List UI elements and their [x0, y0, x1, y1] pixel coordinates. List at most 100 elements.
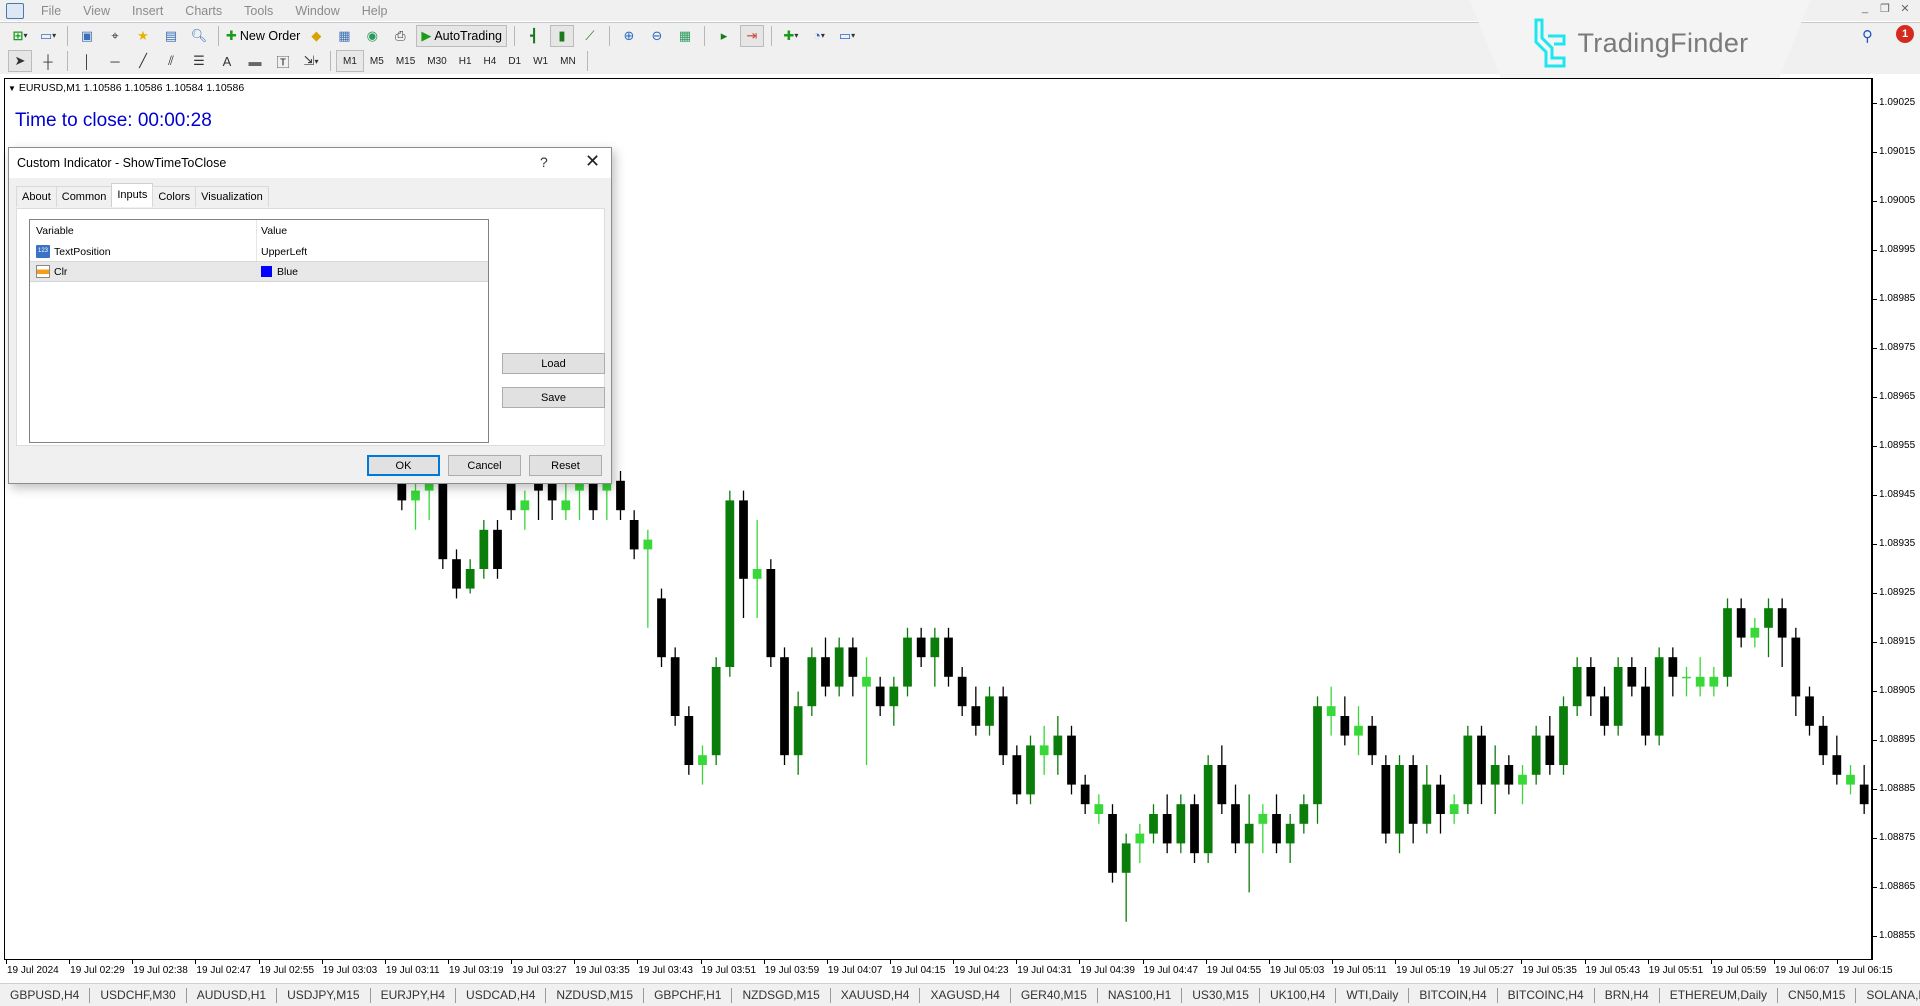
chart-menu-arrow-icon[interactable]: ▼: [8, 84, 16, 93]
menu-charts[interactable]: Charts: [174, 4, 233, 18]
chart-tab[interactable]: XAGUSD,H4: [920, 987, 1011, 1003]
label-tool[interactable]: ▬: [243, 50, 267, 72]
chart-tab[interactable]: ETHEREUM,Daily: [1660, 987, 1779, 1003]
dialog-titlebar[interactable]: Custom Indicator - ShowTimeToClose: [9, 148, 611, 178]
restore-button[interactable]: ❐: [1878, 2, 1892, 15]
help-button[interactable]: ?: [540, 154, 548, 170]
menu-insert[interactable]: Insert: [121, 4, 174, 18]
minimize-button[interactable]: _: [1858, 2, 1872, 15]
line-chart-button[interactable]: ⟋: [578, 25, 602, 47]
chart-tab[interactable]: XAUUSD,H4: [831, 987, 921, 1003]
zoom-in-button[interactable]: ⊕: [617, 25, 641, 47]
terminal-button[interactable]: ▤: [159, 25, 183, 47]
new-order-button[interactable]: ✚ New Order: [226, 25, 300, 47]
crosshair-tool[interactable]: ┼: [36, 50, 60, 72]
chart-tab[interactable]: USDCHF,M30: [90, 987, 187, 1003]
tab-inputs[interactable]: Inputs: [111, 183, 154, 207]
column-variable[interactable]: Variable: [30, 220, 257, 242]
navigator-button[interactable]: ★: [131, 25, 155, 47]
tab-about[interactable]: About: [16, 186, 57, 207]
tab-colors[interactable]: Colors: [152, 186, 197, 207]
reset-button[interactable]: Reset: [529, 455, 602, 476]
color-swatch[interactable]: [261, 266, 272, 277]
zoom-out-button[interactable]: ⊖: [645, 25, 669, 47]
timeframe-h4[interactable]: H4: [478, 50, 503, 72]
notification-badge[interactable]: 1: [1896, 25, 1914, 43]
timeframe-mn[interactable]: MN: [554, 50, 582, 72]
vps-button[interactable]: ◉: [360, 25, 384, 47]
chart-tab[interactable]: EURJPY,H4: [371, 987, 457, 1003]
timeframe-m30[interactable]: M30: [421, 50, 452, 72]
chart-tab[interactable]: UK100,H4: [1260, 987, 1337, 1003]
chart-tab[interactable]: US30,M15: [1182, 987, 1260, 1003]
search-icon[interactable]: ⚲: [1862, 27, 1873, 45]
chart-tab[interactable]: BITCOIN,H4: [1409, 987, 1498, 1003]
chart-shift-button[interactable]: ⇥: [739, 24, 764, 47]
chart-tab[interactable]: BITCOINC,H4: [1498, 987, 1595, 1003]
chart-tab[interactable]: CN50,M15: [1778, 987, 1857, 1003]
market-watch-button[interactable]: ▣: [75, 25, 99, 47]
price-axis[interactable]: 1.09025 1.09015 1.09005 1.08995 1.08985 1.089…: [1873, 78, 1920, 960]
chart-tab[interactable]: USDJPY,M15: [277, 987, 371, 1003]
cancel-button[interactable]: Cancel: [448, 455, 521, 476]
auto-scroll-button[interactable]: ▸: [712, 25, 736, 47]
variable-value[interactable]: UpperLeft: [261, 246, 307, 258]
data-window-button[interactable]: ⌖: [103, 25, 127, 47]
save-button[interactable]: Save: [502, 387, 605, 408]
menu-help[interactable]: Help: [351, 4, 399, 18]
autotrading-button[interactable]: ▶ AutoTrading: [416, 24, 507, 47]
strategy-tester-button[interactable]: 🔍︎: [187, 25, 211, 47]
timeframe-m1[interactable]: M1: [336, 50, 364, 72]
arrows-tool[interactable]: ⇲ ▾: [299, 50, 323, 72]
tab-common[interactable]: Common: [55, 186, 113, 207]
column-value[interactable]: Value: [257, 220, 287, 242]
chart-tab[interactable]: AUDUSD,H1: [187, 987, 278, 1003]
indicators-button[interactable]: ✚ ▾: [779, 25, 803, 47]
timeframe-d1[interactable]: D1: [502, 50, 527, 72]
metaeditor-button[interactable]: ◆: [304, 25, 328, 47]
close-window-button[interactable]: ✕: [1898, 2, 1912, 15]
variable-value[interactable]: Blue: [277, 266, 298, 278]
templates-button[interactable]: ▭ ▾: [835, 25, 859, 47]
time-axis[interactable]: 19 Jul 2024 19 Jul 02:29 19 Jul 02:38 19 Ju…: [4, 960, 1920, 982]
timeframe-w1[interactable]: W1: [527, 50, 554, 72]
chart-tab[interactable]: BRN,H4: [1595, 987, 1660, 1003]
equidistant-channel-tool[interactable]: ⫽: [159, 50, 183, 72]
load-button[interactable]: Load: [502, 353, 605, 374]
bar-chart-button[interactable]: ┫: [522, 25, 546, 47]
vertical-line-tool[interactable]: │: [75, 50, 99, 72]
new-chart-button[interactable]: ⊞ ▾: [8, 25, 32, 47]
candlestick-chart-button[interactable]: ▮: [549, 24, 574, 47]
chart-tab[interactable]: GER40,M15: [1011, 987, 1098, 1003]
timeframe-m5[interactable]: M5: [364, 50, 390, 72]
trendline-tool[interactable]: ╱: [131, 50, 155, 72]
timeframe-h1[interactable]: H1: [453, 50, 478, 72]
menu-window[interactable]: Window: [284, 4, 350, 18]
menu-file[interactable]: File: [30, 4, 72, 18]
profiles-button[interactable]: ▭ ▾: [36, 25, 60, 47]
chart-tab[interactable]: NZDUSD,M15: [546, 987, 645, 1003]
fibonacci-tool[interactable]: ☰: [187, 50, 211, 72]
text-label-tool[interactable]: 🅃︎: [271, 50, 295, 72]
tab-visualization[interactable]: Visualization: [195, 186, 269, 207]
ok-button[interactable]: OK: [367, 455, 440, 476]
menu-tools[interactable]: Tools: [233, 4, 284, 18]
print-button[interactable]: ⎙: [388, 25, 412, 47]
close-icon[interactable]: ✕: [585, 151, 600, 172]
periods-button[interactable]: ◔ ▾: [807, 25, 831, 47]
signals-button[interactable]: ▦: [332, 25, 356, 47]
cursor-tool[interactable]: ➤: [8, 50, 32, 72]
text-tool[interactable]: A: [215, 50, 239, 72]
menu-view[interactable]: View: [72, 4, 121, 18]
chart-tab[interactable]: GBPUSD,H4: [0, 987, 91, 1003]
chart-tab[interactable]: NAS100,H1: [1098, 987, 1183, 1003]
chart-tab[interactable]: SOLANA,Daily: [1856, 988, 1920, 1003]
chart-tab[interactable]: NZDSGD,M15: [732, 987, 831, 1003]
input-row[interactable]: 123 TextPosition UpperLeft: [30, 242, 488, 262]
timeframe-m15[interactable]: M15: [390, 50, 421, 72]
chart-tab[interactable]: WTI,Daily: [1336, 987, 1410, 1003]
chart-tab[interactable]: GBPCHF,H1: [644, 987, 733, 1003]
input-row[interactable]: Clr Blue: [30, 262, 488, 282]
chart-tab[interactable]: USDCAD,H4: [456, 987, 547, 1003]
horizontal-line-tool[interactable]: ─: [103, 50, 127, 72]
